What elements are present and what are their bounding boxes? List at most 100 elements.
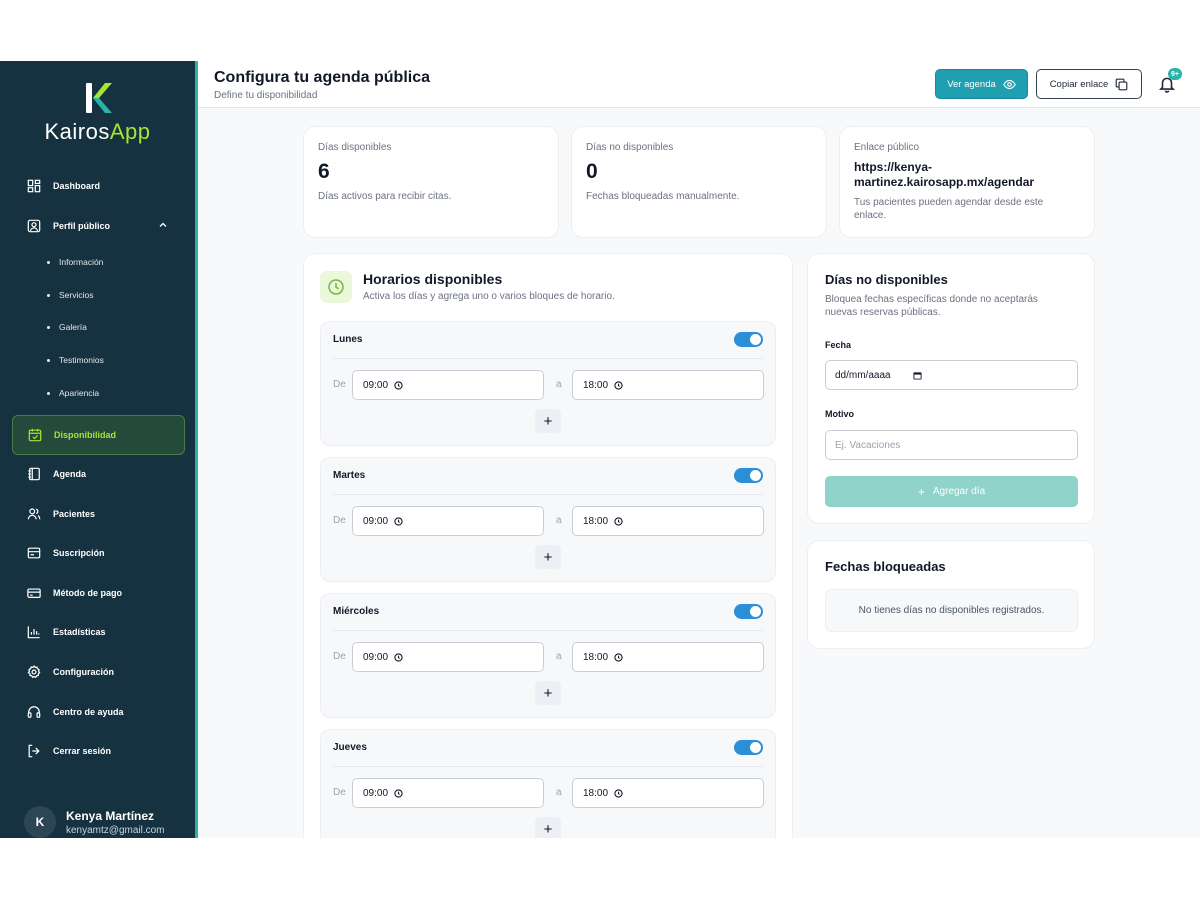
sidebar-item-pacientes[interactable]: Pacientes bbox=[12, 494, 185, 534]
stat-label: Días no disponibles bbox=[586, 142, 674, 153]
page-subtitle: Define tu disponibilidad bbox=[214, 90, 318, 101]
day-name: Miércoles bbox=[333, 606, 380, 617]
unavailable-subtitle: Bloquea fechas específicas donde no acep… bbox=[825, 294, 1038, 318]
start-time-input[interactable]: 09:00 bbox=[352, 778, 544, 808]
user-email: kenyamtz@gmail.com bbox=[66, 824, 165, 836]
sidebar-item-dashboard[interactable]: Dashboard bbox=[12, 166, 185, 206]
brand-name: KairosApp bbox=[44, 119, 151, 144]
sidebar-item-suscripcion[interactable]: Suscripción bbox=[12, 533, 185, 573]
sidebar: KairosApp Dashboard Perfil público Infor… bbox=[0, 61, 198, 838]
clock-icon bbox=[394, 380, 403, 390]
from-label: De bbox=[333, 515, 346, 526]
sidebar-subitem-servicios[interactable]: Servicios bbox=[47, 290, 93, 300]
to-label: a bbox=[556, 379, 562, 390]
day-block-lunes: Lunes De 09:00 a 18:00 + bbox=[320, 321, 776, 446]
start-time-input[interactable]: 09:00 bbox=[352, 506, 544, 536]
to-label: a bbox=[556, 651, 562, 662]
reason-label: Motivo bbox=[825, 409, 854, 419]
to-label: a bbox=[556, 515, 562, 526]
view-agenda-button[interactable]: Ver agenda bbox=[935, 69, 1028, 99]
app-root: KairosApp Dashboard Perfil público Infor… bbox=[0, 61, 1200, 838]
day-name: Jueves bbox=[333, 742, 367, 753]
copy-link-button[interactable]: Copiar enlace bbox=[1036, 69, 1142, 99]
sidebar-item-configuracion[interactable]: Configuración bbox=[12, 652, 185, 692]
day-name: Lunes bbox=[333, 334, 363, 345]
day-toggle[interactable] bbox=[734, 740, 763, 755]
logout-icon bbox=[27, 744, 41, 758]
stat-desc: Fechas bloqueadas manualmente. bbox=[586, 191, 740, 202]
add-block-button[interactable]: + bbox=[535, 817, 561, 838]
end-time-input[interactable]: 18:00 bbox=[572, 642, 764, 672]
stat-desc: Días activos para recibir citas. bbox=[318, 191, 452, 202]
user-name: Kenya Martínez bbox=[66, 808, 155, 823]
from-label: De bbox=[333, 651, 346, 662]
dashboard-icon bbox=[27, 179, 41, 193]
start-time-input[interactable]: 09:00 bbox=[352, 642, 544, 672]
sidebar-subitem-apariencia[interactable]: Apariencia bbox=[47, 388, 99, 398]
bar-chart-icon bbox=[27, 625, 41, 639]
sidebar-item-estadisticas[interactable]: Estadísticas bbox=[12, 612, 185, 652]
unavailable-title: Días no disponibles bbox=[825, 272, 948, 287]
public-link-desc: Tus pacientes pueden agendar desde este … bbox=[854, 197, 1044, 221]
from-label: De bbox=[333, 787, 346, 798]
clock-icon bbox=[614, 380, 623, 390]
day-block-miercoles: Miércoles De 09:00 a 18:00 + bbox=[320, 593, 776, 718]
eye-icon bbox=[1002, 79, 1016, 89]
unavailable-days-card: Días no disponibles Bloquea fechas espec… bbox=[807, 253, 1095, 524]
brand-logo[interactable]: KairosApp bbox=[0, 81, 195, 145]
date-input[interactable]: dd/mm/aaaa bbox=[825, 360, 1078, 390]
sidebar-item-perfil[interactable]: Perfil público bbox=[12, 206, 185, 246]
public-link-label: Enlace público bbox=[854, 142, 920, 153]
end-time-input[interactable]: 18:00 bbox=[572, 370, 764, 400]
calendar-check-icon bbox=[28, 428, 42, 442]
add-block-button[interactable]: + bbox=[535, 681, 561, 705]
day-toggle[interactable] bbox=[734, 604, 763, 619]
reason-input[interactable]: Ej. Vacaciones bbox=[825, 430, 1078, 460]
user-profile[interactable]: K Kenya Martínez kenyamtz@gmail.com bbox=[24, 806, 165, 838]
add-block-button[interactable]: + bbox=[535, 545, 561, 569]
start-time-input[interactable]: 09:00 bbox=[352, 370, 544, 400]
schedule-subtitle: Activa los días y agrega uno o varios bl… bbox=[363, 291, 615, 302]
profile-icon bbox=[27, 219, 41, 233]
clock-icon bbox=[320, 271, 352, 303]
clock-icon bbox=[614, 652, 623, 662]
date-label: Fecha bbox=[825, 340, 852, 350]
end-time-input[interactable]: 18:00 bbox=[572, 506, 764, 536]
gear-icon bbox=[27, 665, 41, 679]
logo-mark-icon bbox=[85, 83, 112, 113]
stat-card-available: Días disponibles 6 Días activos para rec… bbox=[303, 126, 559, 238]
credit-card-icon bbox=[27, 586, 41, 600]
sidebar-item-metodo-pago[interactable]: Método de pago bbox=[12, 573, 185, 613]
day-toggle[interactable] bbox=[734, 468, 763, 483]
chevron-up-icon[interactable] bbox=[159, 221, 167, 229]
blocked-title: Fechas bloqueadas bbox=[825, 559, 946, 574]
sidebar-item-agenda[interactable]: Agenda bbox=[12, 454, 185, 494]
sidebar-subitem-informacion[interactable]: Información bbox=[47, 257, 103, 267]
clock-icon bbox=[394, 516, 403, 526]
page-header: Configura tu agenda pública Define tu di… bbox=[198, 61, 1200, 108]
clock-icon bbox=[614, 516, 623, 526]
schedule-card: Horarios disponibles Activa los días y a… bbox=[303, 253, 793, 838]
headset-icon bbox=[27, 705, 41, 719]
stat-card-unavailable: Días no disponibles 0 Fechas bloqueadas … bbox=[571, 126, 827, 238]
sidebar-subitem-testimonios[interactable]: Testimonios bbox=[47, 355, 104, 365]
stat-value: 0 bbox=[586, 160, 598, 183]
add-day-button[interactable]: + Agregar día bbox=[825, 476, 1078, 507]
end-time-input[interactable]: 18:00 bbox=[572, 778, 764, 808]
sidebar-subitem-galeria[interactable]: Galería bbox=[47, 322, 87, 332]
clock-icon bbox=[614, 788, 623, 798]
plus-icon: + bbox=[917, 484, 925, 499]
from-label: De bbox=[333, 379, 346, 390]
public-link-url[interactable]: https://kenya-martinez.kairosapp.mx/agen… bbox=[854, 160, 1054, 190]
day-name: Martes bbox=[333, 470, 366, 481]
empty-state: No tienes días no disponibles registrado… bbox=[825, 589, 1078, 632]
users-icon bbox=[27, 507, 41, 521]
sidebar-item-centro-ayuda[interactable]: Centro de ayuda bbox=[12, 692, 185, 732]
add-block-button[interactable]: + bbox=[535, 409, 561, 433]
day-toggle[interactable] bbox=[734, 332, 763, 347]
subscription-icon bbox=[27, 546, 41, 560]
blocked-dates-card: Fechas bloqueadas No tienes días no disp… bbox=[807, 540, 1095, 649]
notebook-icon bbox=[27, 467, 41, 481]
sidebar-item-disponibilidad[interactable]: Disponibilidad bbox=[12, 415, 185, 455]
sidebar-item-cerrar-sesion[interactable]: Cerrar sesión bbox=[12, 731, 185, 771]
